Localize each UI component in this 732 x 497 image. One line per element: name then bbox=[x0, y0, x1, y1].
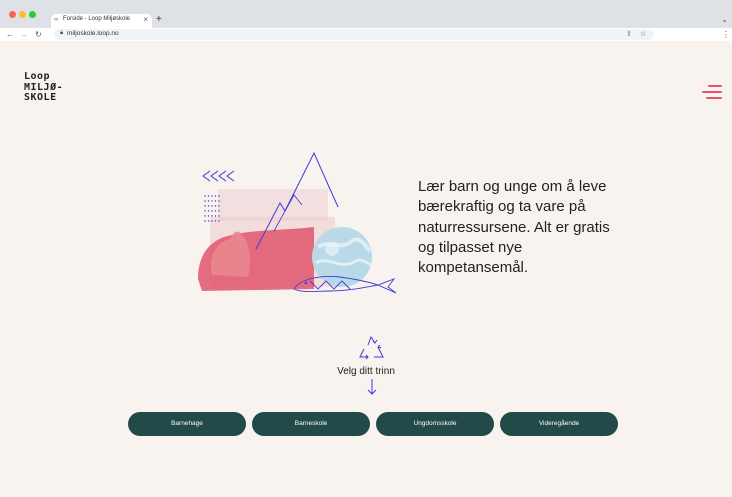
browser-tab-strip: ∞ Forside - Loop Miljøskole × + ⌄ bbox=[0, 0, 732, 28]
hamburger-menu-icon[interactable] bbox=[702, 85, 722, 99]
share-icon[interactable]: ⇧ bbox=[626, 30, 632, 38]
chevron-left-icons bbox=[202, 170, 235, 182]
browser-tab[interactable]: ∞ Forside - Loop Miljøskole × bbox=[51, 14, 152, 28]
forward-arrow-icon[interactable]: → bbox=[20, 28, 28, 41]
back-arrow-icon[interactable]: ← bbox=[6, 28, 14, 41]
barnehage-button[interactable]: Barnehage bbox=[128, 412, 246, 436]
loop-favicon-icon: ∞ bbox=[54, 17, 59, 23]
url-field[interactable]: 🔒︎ miljoskole.loop.no ⇧ ☆ bbox=[54, 29, 654, 40]
bookmark-star-icon[interactable]: ☆ bbox=[640, 30, 646, 38]
ungdomsskole-button[interactable]: Ungdomsskole bbox=[376, 412, 494, 436]
minimize-window-button[interactable] bbox=[19, 11, 26, 18]
close-tab-icon[interactable]: × bbox=[143, 15, 148, 24]
address-bar: ← → ↻ 🔒︎ miljoskole.loop.no ⇧ ☆ ⋮ bbox=[0, 28, 732, 41]
lock-icon: 🔒︎ bbox=[60, 30, 64, 36]
barneskole-button[interactable]: Barneskole bbox=[252, 412, 370, 436]
page-content: Loop MILJØ- SKOLE Lær barn og unge om å … bbox=[0, 41, 732, 497]
videregaende-button[interactable]: Videregående bbox=[500, 412, 618, 436]
maximize-window-button[interactable] bbox=[29, 11, 36, 18]
loop-miljoskole-logo[interactable]: Loop MILJØ- SKOLE bbox=[24, 71, 84, 104]
logo-line-3: SKOLE bbox=[24, 92, 57, 103]
globe-icon bbox=[312, 227, 373, 287]
browser-menu-icon[interactable]: ⋮ bbox=[722, 28, 730, 41]
new-tab-icon[interactable]: + bbox=[156, 14, 162, 25]
hero-illustration bbox=[198, 151, 397, 294]
close-window-button[interactable] bbox=[9, 11, 16, 18]
chevron-down-icon[interactable]: ⌄ bbox=[721, 15, 728, 24]
recycle-icon bbox=[359, 335, 384, 360]
arrow-down-icon bbox=[367, 379, 377, 395]
url-text: miljoskole.loop.no bbox=[67, 30, 119, 37]
reload-icon[interactable]: ↻ bbox=[35, 28, 42, 41]
hero-text: Lær barn og unge om å leve bærekraftig o… bbox=[418, 178, 610, 277]
level-select-prompt: Velg ditt trinn bbox=[337, 366, 395, 377]
logo-line-1: Loop bbox=[24, 71, 51, 82]
tab-title: Forside - Loop Miljøskole bbox=[63, 16, 131, 22]
